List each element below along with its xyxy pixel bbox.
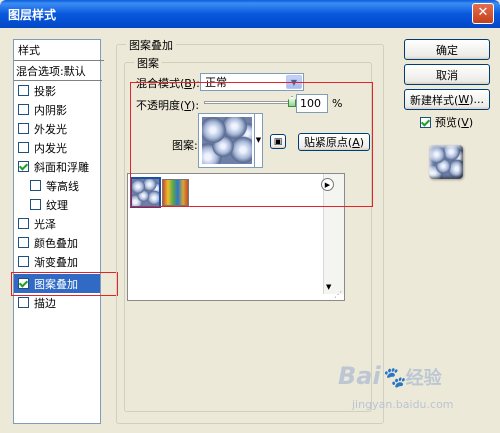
checkbox-outer-glow[interactable]	[18, 123, 29, 134]
style-item-label: 内发光	[34, 141, 67, 155]
baidu-watermark-url: jingyan.baidu.com	[352, 398, 454, 411]
style-item-label: 光泽	[34, 217, 56, 231]
checkbox-contour[interactable]	[30, 180, 41, 191]
style-item-label: 颜色叠加	[34, 236, 78, 250]
close-icon[interactable]: ✕	[472, 3, 494, 24]
preview-checkbox-row[interactable]: 预览(V)	[420, 114, 473, 130]
checkbox-bevel-emboss[interactable]	[18, 161, 29, 172]
checkbox-texture[interactable]	[30, 199, 41, 210]
preview-checkbox[interactable]	[420, 116, 431, 128]
annotation-highlight-pattern	[130, 82, 373, 207]
style-item-drop-shadow[interactable]: 投影	[14, 81, 100, 100]
window-title: 图层样式	[8, 8, 57, 22]
title-bar[interactable]: 图层样式 ✕	[0, 0, 500, 28]
checkbox-drop-shadow[interactable]	[18, 85, 29, 96]
style-preview	[421, 137, 471, 187]
annotation-highlight-list	[11, 272, 118, 296]
checkbox-stroke[interactable]	[18, 297, 29, 308]
style-item-gradient-overlay[interactable]: 渐变叠加	[14, 252, 100, 271]
checkbox-satin[interactable]	[18, 218, 29, 229]
style-item-color-overlay[interactable]: 颜色叠加	[14, 233, 100, 252]
style-item-label: 外发光	[34, 122, 67, 136]
style-item-label: 渐变叠加	[34, 255, 78, 269]
style-item-satin[interactable]: 光泽	[14, 214, 100, 233]
style-item-inner-shadow[interactable]: 内阴影	[14, 100, 100, 119]
style-item-label: 纹理	[46, 198, 68, 212]
style-item-label: 内阴影	[34, 103, 67, 117]
baidu-watermark-logo: Bai🐾经验	[338, 362, 442, 390]
blend-options-item[interactable]: 混合选项:默认	[14, 61, 102, 81]
style-item-label: 斜面和浮雕	[34, 160, 89, 174]
checkbox-inner-glow[interactable]	[18, 142, 29, 153]
resize-grip-icon[interactable]: ⋰	[334, 290, 342, 299]
style-item-label: 描边	[34, 296, 56, 310]
style-item-contour[interactable]: 等高线	[14, 176, 100, 195]
styles-list-header[interactable]: 样式	[14, 40, 104, 61]
pattern-subgroup-title: 图案	[134, 55, 162, 71]
cancel-button[interactable]: 取消	[404, 64, 490, 85]
style-item-label: 投影	[34, 84, 56, 98]
scroll-down-icon[interactable]: ▼	[326, 283, 331, 291]
style-item-inner-glow[interactable]: 内发光	[14, 138, 100, 157]
paw-icon: 🐾	[380, 365, 406, 389]
checkbox-inner-shadow[interactable]	[18, 104, 29, 115]
preview-swatch	[429, 145, 463, 179]
style-item-bevel-emboss[interactable]: 斜面和浮雕	[14, 157, 100, 176]
style-item-label: 等高线	[46, 179, 79, 193]
styles-list[interactable]: 样式 混合选项:默认 投影 内阴影 外发光 内发光 斜面和浮雕 等高线 纹理 光…	[13, 39, 104, 424]
ok-button[interactable]: 确定	[404, 39, 490, 60]
style-item-texture[interactable]: 纹理	[14, 195, 100, 214]
checkbox-gradient-overlay[interactable]	[18, 256, 29, 267]
checkbox-color-overlay[interactable]	[18, 237, 29, 248]
pattern-overlay-group-title: 图案叠加	[126, 37, 176, 53]
new-style-button[interactable]: 新建样式(W)...	[404, 89, 490, 110]
style-item-outer-glow[interactable]: 外发光	[14, 119, 100, 138]
